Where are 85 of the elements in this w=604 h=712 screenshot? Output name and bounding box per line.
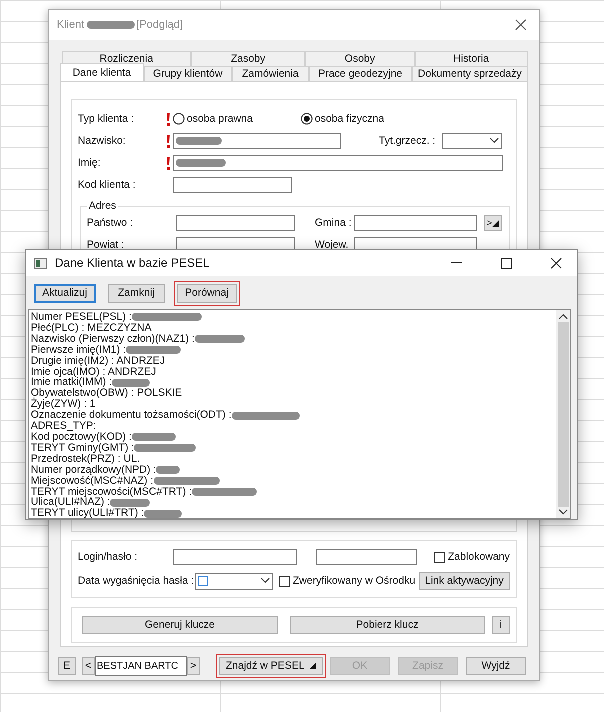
chevron-down-icon [490, 138, 499, 144]
find-in-pesel-button[interactable]: Znajdź w PESEL [219, 657, 323, 675]
record-line: Kod pocztowy(KOD) : [31, 432, 132, 443]
toolbar-button[interactable]: Zamknij [108, 284, 165, 302]
window-title-suffix: [Podgląd] [136, 19, 184, 31]
toolbar-button[interactable]: Aktualizuj [34, 284, 96, 302]
address-field[interactable] [354, 215, 477, 231]
dialog-button[interactable]: Wyjdź [466, 657, 526, 675]
next-button[interactable]: > [187, 657, 200, 675]
field-label: Gmina : [315, 217, 353, 229]
download-key-button[interactable]: Pobierz klucz [290, 616, 485, 634]
surname-field[interactable] [173, 133, 341, 149]
radio-icon[interactable] [173, 113, 185, 125]
tab[interactable]: Osoby [305, 51, 415, 66]
date-picker[interactable] [195, 572, 274, 590]
record-line: Przedrostek(PRZ) : UL. [31, 454, 140, 465]
checkbox[interactable] [434, 552, 446, 562]
field-label: Powiat : [87, 239, 126, 251]
record-line: Miejscowość(MSC#NAZ) : [31, 476, 154, 486]
window-title: Klient [57, 19, 85, 31]
info-button[interactable]: i [492, 616, 510, 634]
tab[interactable]: Grupy klientów [144, 66, 232, 81]
record-line: Żyje(ZYW) : 1 [31, 399, 96, 410]
close-icon[interactable] [550, 258, 562, 268]
scrollbar[interactable] [556, 310, 570, 518]
record-line: Ulica(ULI#NAZ) : [31, 497, 110, 508]
field-label: Wojew. [315, 239, 350, 251]
tab[interactable]: Zasoby [191, 51, 306, 66]
password-field[interactable] [316, 549, 417, 565]
field-label: Imię: [78, 157, 102, 169]
record-line: Płeć(PLC) : MEZCZYZNA [31, 322, 152, 334]
record-line: ADRES_TYP: [31, 421, 96, 432]
activation-link-button[interactable]: Link aktywacyjny [419, 572, 510, 590]
tab[interactable]: Prace geodezyjne [309, 66, 412, 81]
radio-icon[interactable] [301, 113, 313, 125]
record-line: Imie ojca(IMO) : ANDRZEJ [31, 366, 156, 378]
first-name-field[interactable] [173, 155, 503, 171]
field-label: Tyt.grzecz. : [379, 135, 437, 147]
corner-icon [310, 663, 316, 669]
group-title: Adres [87, 200, 118, 212]
toolbar-button[interactable]: Porównaj [177, 284, 237, 302]
field-label: Typ klienta : [78, 113, 136, 125]
field-label: Login/hasło : [78, 551, 139, 563]
checkbox-label: Zweryfikowany w Ośrodku [293, 575, 416, 587]
record-line: Numer porządkowy(NPD) : [31, 464, 156, 476]
record-line: Numer PESEL(PSL) : [31, 312, 132, 323]
field-label: Państwo : [87, 217, 134, 229]
e-button[interactable]: E [58, 657, 76, 675]
checkbox[interactable] [279, 576, 290, 586]
record-line: Drugie imię(IM2) : ANDRZEJ [31, 356, 166, 367]
previous-button[interactable]: < [82, 657, 95, 675]
tab[interactable]: Historia [414, 51, 528, 66]
chevron-down-icon [261, 578, 270, 584]
radio-label: osoba fizyczna [315, 113, 384, 125]
login-field[interactable] [173, 549, 298, 565]
maximize-icon[interactable] [500, 258, 512, 268]
tab[interactable]: Dane klienta [60, 63, 144, 81]
checkbox-label: Zablokowany [448, 551, 510, 563]
picker-button[interactable]: >◢ [484, 215, 502, 231]
record-line: Oznaczenie dokumentu tożsamości(ODT) : [31, 410, 232, 422]
scroll-up-icon[interactable] [558, 314, 568, 320]
tab[interactable]: Zamówienia [232, 66, 309, 81]
field-label: Data wygaśnięcia hasła : [78, 575, 196, 587]
tab[interactable]: Dokumenty sprzedaży [412, 66, 528, 81]
checkbox[interactable] [198, 576, 208, 586]
record-line: Imie matki(IMM) : [31, 377, 112, 388]
record-line: Pierwsze imię(IM1) : [31, 344, 126, 356]
field-label: Nazwisko: [78, 135, 127, 147]
record-line: Nazwisko (Pierwszy człon)(NAZ1) : [31, 334, 195, 345]
scroll-down-icon[interactable] [558, 509, 568, 515]
field-label: Kod klienta : [78, 179, 137, 191]
record-line: Obywatelstwo(OBW) : POLSKIE [31, 388, 182, 400]
record-line: TERYT ulicy(ULI#TRT) : [31, 508, 144, 520]
app-icon [34, 258, 47, 268]
close-icon[interactable] [513, 17, 529, 33]
client-code-field[interactable] [173, 177, 292, 193]
dialog-title: Dane Klienta w bazie PESEL [55, 256, 210, 270]
record-field[interactable]: BESTJAN BARTC [95, 656, 187, 676]
record-line: TERYT Gminy(GMT) : [31, 442, 134, 454]
record-line: TERYT miejscowości(MSC#TRT) : [31, 486, 192, 498]
radio-label: osoba prawna [187, 113, 253, 125]
minimize-icon[interactable] [450, 262, 462, 264]
generate-keys-button[interactable]: Generuj klucze [82, 616, 278, 634]
address-field[interactable] [176, 215, 295, 231]
title-dropdown[interactable] [442, 133, 502, 149]
